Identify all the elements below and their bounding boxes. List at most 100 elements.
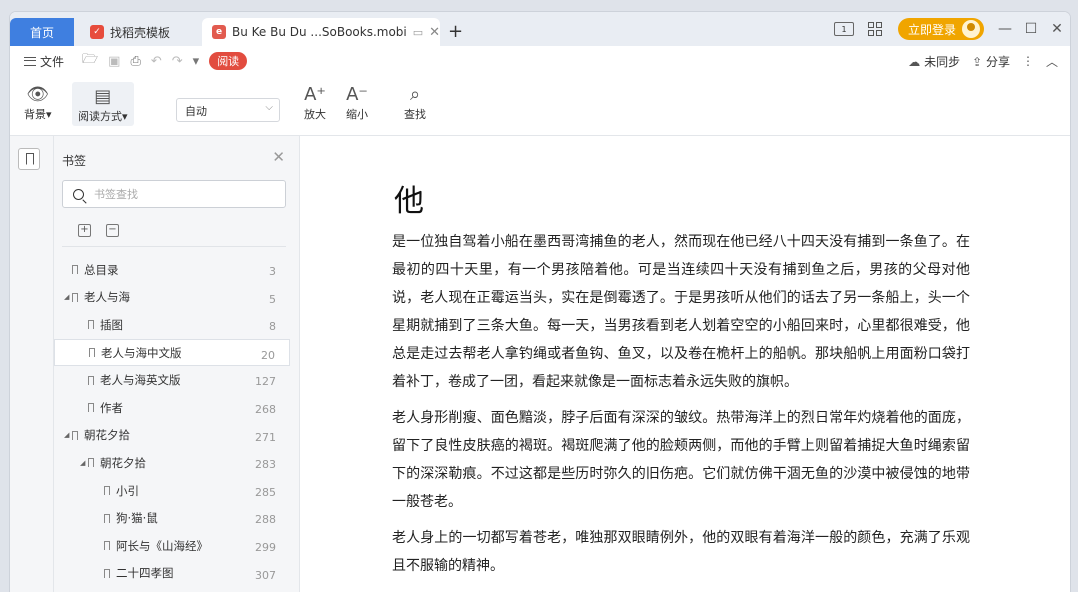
panel-close-icon[interactable]: ✕	[272, 148, 285, 166]
font-increase-icon: A⁺	[304, 83, 326, 105]
bookmark-icon	[104, 541, 110, 551]
print-icon[interactable]: ⎙	[130, 54, 140, 69]
bookmark-page: 268	[255, 402, 276, 416]
bookmark-title: 插图	[100, 317, 123, 332]
tab-bar: 首页 ✓ 找稻壳模板 e Bu Ke Bu Du ...SoBooks.mobi…	[10, 12, 1070, 46]
bookmark-title: 总目录	[84, 262, 119, 277]
bookmark-icon	[88, 375, 94, 385]
apps-grid-icon[interactable]	[867, 22, 882, 36]
file-menu[interactable]: 文件	[24, 53, 64, 70]
paragraph: 是一位独自驾着小船在墨西哥湾捕鱼的老人，然而现在他已经八十四天没有捕到一条鱼了。…	[392, 234, 970, 390]
read-mode-button[interactable]: 阅读	[209, 52, 248, 70]
tab-template-label: 找稻壳模板	[110, 25, 171, 40]
paragraph: 老人身形削瘦、面色黯淡，脖子后面有深深的皱纹。热带海洋上的烈日常年灼烧着他的面庞…	[392, 410, 970, 510]
more-icon[interactable]: ⋮	[1022, 54, 1034, 68]
background-label: 背景▾	[24, 108, 52, 121]
sync-button[interactable]: ☁ 未同步	[908, 53, 960, 70]
bookmark-page: 299	[255, 540, 276, 554]
expand-all-icon[interactable]: +	[78, 224, 91, 237]
login-button[interactable]: 立即登录	[897, 18, 984, 40]
bookmark-title: 作者	[100, 400, 123, 415]
tab-close-icon[interactable]: ✕	[429, 25, 440, 40]
bookmark-icon	[104, 486, 110, 496]
share-icon: ⇪	[972, 54, 983, 69]
background-text: 背景	[24, 108, 46, 121]
document-icon: ▤	[94, 85, 112, 107]
bookmark-icon	[104, 513, 110, 523]
bookmark-item[interactable]: 总目录 3	[54, 256, 290, 284]
ribbon: 👁 背景▾ ▤ 阅读方式▾ 自动 ⌵ A⁺ 放大 A⁻ 缩小 ⌕ 查找	[10, 76, 1070, 136]
expand-arrow-icon[interactable]: ◢	[64, 293, 72, 301]
bookmark-page: 8	[269, 320, 276, 334]
bookmark-item[interactable]: ◢ 朝花夕拾 283	[54, 449, 290, 477]
collapse-all-icon[interactable]: −	[106, 224, 119, 237]
bookmark-title: 朝花夕拾	[84, 428, 130, 443]
bookmark-page: 283	[255, 458, 276, 472]
bookmark-item[interactable]: 狗·猫·鼠 288	[54, 504, 290, 532]
reading-pane: 他 是一位独自驾着小船在墨西哥湾捕鱼的老人，然而现在他已经八十四天没有捕到一条鱼…	[300, 136, 1070, 592]
redo-icon[interactable]: ↷	[172, 54, 183, 69]
bookmark-item[interactable]: 作者 268	[54, 394, 290, 422]
bookmark-item[interactable]: 阿长与《山海经》 299	[54, 532, 290, 560]
auto-select[interactable]: 自动 ⌵	[176, 98, 280, 122]
search-icon	[73, 188, 84, 200]
font-decrease-icon: A⁻	[346, 83, 368, 105]
bookmark-page: 285	[255, 485, 276, 499]
bookmark-item[interactable]: 小引 285	[54, 477, 290, 505]
tab-template[interactable]: ✓ 找稻壳模板	[80, 18, 198, 46]
close-window-icon[interactable]: ✕	[1044, 21, 1070, 37]
avatar	[962, 20, 980, 38]
sync-label: 未同步	[924, 54, 961, 69]
divider	[62, 246, 286, 247]
bookmark-item[interactable]: 二十四孝图 307	[54, 560, 290, 588]
read-mode-text: 阅读方式	[78, 110, 122, 123]
ebook-file-icon: e	[212, 25, 226, 39]
bookmark-panel-icon[interactable]	[18, 148, 40, 170]
bookmark-item[interactable]: 老人与海英文版 127	[54, 366, 290, 394]
zoom-out-button[interactable]: A⁻ 缩小	[346, 82, 368, 122]
minimize-icon[interactable]: —	[992, 21, 1018, 37]
bookmark-search-input[interactable]	[94, 187, 264, 201]
collapse-ribbon-icon[interactable]: ︿	[1046, 53, 1058, 70]
maximize-icon[interactable]: ☐	[1018, 21, 1044, 37]
tab-document[interactable]: e Bu Ke Bu Du ...SoBooks.mobi ▭ ✕	[202, 18, 440, 46]
expand-arrow-icon[interactable]: ◢	[64, 431, 72, 439]
bookmark-item[interactable]: ◢ 老人与海 5	[54, 284, 290, 312]
bookmark-search[interactable]	[62, 180, 286, 208]
bookmark-item[interactable]: ◢ 朝花夕拾 271	[54, 422, 290, 450]
app-window: 首页 ✓ 找稻壳模板 e Bu Ke Bu Du ...SoBooks.mobi…	[10, 12, 1070, 592]
save-icon[interactable]: ▣	[108, 54, 120, 69]
paragraph: 老人身上的一切都写着苍老，唯独那双眼睛例外，他的双眼有着海洋一般的颜色，充满了乐…	[392, 530, 970, 574]
bookmark-item[interactable]: 插图 8	[54, 311, 290, 339]
share-button[interactable]: ⇪ 分享	[972, 53, 1010, 70]
tab-home[interactable]: 首页	[10, 18, 74, 46]
bookmark-page: 5	[269, 292, 276, 306]
open-folder-icon[interactable]: 🗁	[82, 50, 98, 72]
expand-arrow-icon[interactable]: ◢	[80, 459, 88, 467]
tab-pin-icon[interactable]: ▭	[413, 26, 423, 39]
page-view-icon[interactable]: 1	[833, 22, 854, 36]
bookmark-panel: 书签 ✕ + − 总目录 3 ◢ 老人与海 5 插图 8 老人与海中文版 20 老人与海英文版 12…	[54, 136, 304, 592]
file-menu-label: 文件	[40, 54, 65, 69]
bookmark-tree: 总目录 3 ◢ 老人与海 5 插图 8 老人与海中文版 20 老人与海英文版 127 作者 268 ◢ 朝花…	[54, 256, 290, 587]
zoom-out-label: 缩小	[346, 108, 368, 121]
bookmark-title: 老人与海	[84, 290, 130, 305]
bookmark-icon	[72, 430, 78, 440]
read-mode-label: 阅读方式▾	[78, 110, 128, 123]
bookmark-icon	[88, 458, 94, 468]
docer-logo-icon: ✓	[90, 25, 104, 39]
chevron-down-icon: ⌵	[265, 102, 273, 113]
bookmark-title: 老人与海中文版	[101, 345, 182, 360]
chapter-body: 是一位独自驾着小船在墨西哥湾捕鱼的老人，然而现在他已经八十四天没有捕到一条鱼了。…	[392, 228, 970, 588]
find-button[interactable]: ⌕ 查找	[404, 82, 426, 122]
panel-title: 书签	[62, 154, 87, 168]
bookmark-page: 307	[255, 568, 276, 582]
bookmark-page: 3	[269, 265, 276, 278]
customize-dropdown-icon[interactable]: ▾	[193, 54, 200, 69]
read-mode-dropdown[interactable]: ▤ 阅读方式▾	[72, 82, 134, 126]
bookmark-item[interactable]: 老人与海中文版 20	[54, 338, 290, 367]
new-tab-icon[interactable]: +	[448, 21, 463, 42]
zoom-in-button[interactable]: A⁺ 放大	[304, 82, 326, 122]
background-button[interactable]: 👁 背景▾	[24, 82, 52, 122]
undo-icon[interactable]: ↶	[151, 54, 162, 69]
